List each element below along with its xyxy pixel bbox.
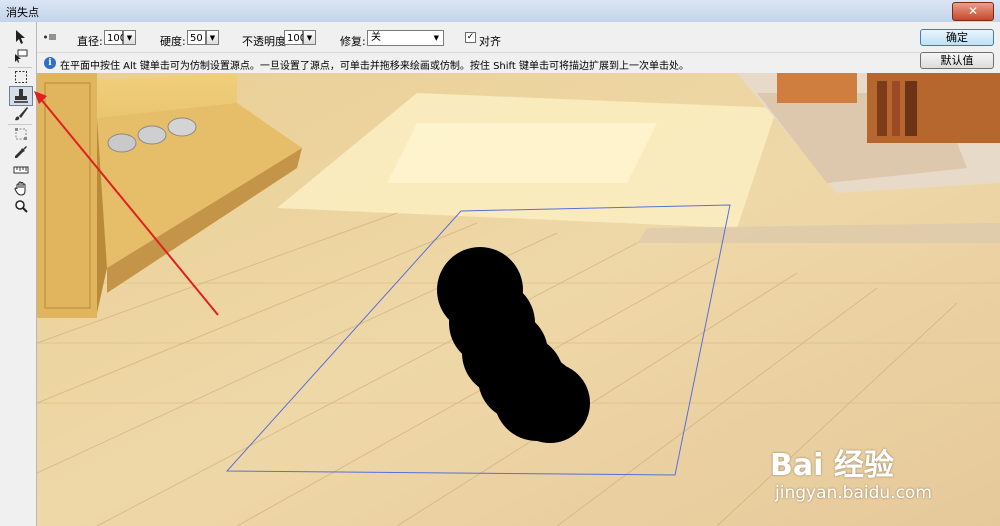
heal-select-value: 关 [371,32,381,43]
info-bar: i 在平面中按住 Alt 键单击可为仿制设置源点。一旦设置了源点，可单击并拖移来… [37,52,920,73]
zoom-tool-icon[interactable] [10,197,32,215]
close-button[interactable]: ✕ [952,2,994,21]
heal-select[interactable]: 关 ▼ [367,30,444,46]
diameter-dropdown-icon[interactable]: ▼ [123,30,136,45]
watermark-url: jingyan.baidu.com [775,483,932,503]
opacity-input[interactable]: 100 [284,30,306,45]
info-icon: i [44,57,56,69]
create-plane-tool-icon[interactable] [10,47,32,65]
watermark-brand: Bai 经验 [770,448,894,483]
title-bar: 消失点 ✕ [0,0,1000,23]
default-button[interactable]: 默认值 [920,52,994,69]
stamp-tool-icon[interactable] [9,86,33,106]
marquee-tool-icon[interactable] [10,68,32,86]
measure-tool-icon[interactable] [10,161,32,179]
hardness-dropdown-icon[interactable]: ▼ [206,30,219,45]
hardness-input[interactable]: 50 [187,30,206,45]
edit-plane-tool-icon[interactable] [10,28,32,46]
ok-button[interactable]: 确定 [920,29,994,46]
diameter-label: 直径: [77,35,103,48]
align-label: 对齐 [479,35,501,48]
tool-strip [0,22,37,526]
diameter-input[interactable]: 100 [104,30,126,45]
brush-preset-icon[interactable] [43,32,57,45]
opacity-dropdown-icon[interactable]: ▼ [303,30,316,45]
options-bar: 直径: 100 ▼ 硬度: 50 ▼ 不透明度: 100 ▼ 修复: 关 ▼ ✓… [37,22,1000,52]
window-title: 消失点 [6,6,39,19]
chevron-down-icon: ▼ [433,34,439,42]
hand-tool-icon[interactable] [10,179,32,197]
align-checkbox[interactable]: ✓ [465,32,476,43]
eyedropper-tool-icon[interactable] [10,143,32,161]
info-text: 在平面中按住 Alt 键单击可为仿制设置源点。一旦设置了源点，可单击并拖移来绘画… [60,61,689,72]
transform-tool-icon[interactable] [10,125,32,143]
brush-tool-icon[interactable] [10,105,32,123]
opacity-label: 不透明度: [242,35,290,48]
hardness-label: 硬度: [160,35,186,48]
heal-label: 修复: [340,35,366,48]
